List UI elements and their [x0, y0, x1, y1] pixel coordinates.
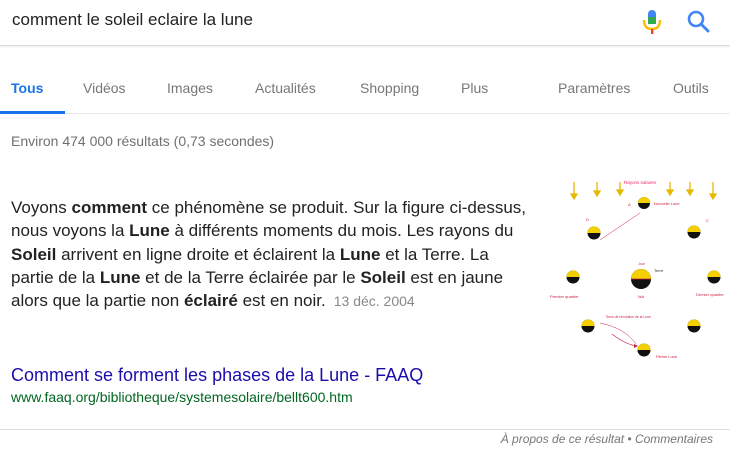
snippet-fragment: à différents moments du mois. Les rayons… — [169, 221, 514, 241]
label-night: Nuit — [638, 295, 644, 299]
moon-new — [638, 197, 650, 209]
tab-tous[interactable]: Tous — [11, 80, 43, 96]
snippet-keyword: comment — [71, 198, 148, 217]
active-tab-indicator — [0, 111, 65, 114]
result-url: www.faaq.org/bibliotheque/systemesolaire… — [11, 389, 353, 405]
featured-snippet: Voyons comment ce phénomène se produit. … — [0, 178, 730, 430]
snippet-fragment: Voyons — [11, 198, 72, 217]
result-stats: Environ 474 000 résultats (0,73 secondes… — [11, 133, 275, 149]
tab-tools[interactable]: Outils — [673, 80, 709, 96]
tab-plus[interactable]: Plus — [461, 80, 488, 96]
result-title-link[interactable]: Comment se forment les phases de la Lune… — [11, 365, 423, 386]
search-input[interactable]: comment le soleil eclaire la lune — [12, 10, 253, 30]
label-last-quarter: Dernier quartier — [696, 292, 724, 297]
label-earth: Terre — [654, 268, 664, 273]
snippet-fragment: et de la Terre éclairée par le — [140, 267, 361, 287]
snippet-date: 13 déc. 2004 — [333, 293, 415, 310]
snippet-keyword: Lune — [339, 244, 381, 264]
tab-actualites[interactable]: Actualités — [255, 80, 316, 96]
snippet-fragment: est en noir. — [237, 291, 326, 311]
moon-full — [637, 343, 651, 357]
moon-waxing-crescent — [587, 226, 601, 240]
label-new-moon: Nouvelle Lune — [654, 201, 680, 206]
moon-waning-crescent — [687, 225, 701, 239]
feedback-link[interactable]: Commentaires — [635, 432, 713, 446]
label-d: D — [586, 217, 589, 222]
label-c: C — [706, 218, 709, 223]
snippet-keyword: Soleil — [360, 267, 406, 287]
snippet-keyword: Soleil — [11, 244, 57, 264]
label-day: Jour — [638, 262, 646, 266]
snippet-keyword: éclairé — [183, 291, 238, 311]
about-result-link[interactable]: À propos de ce résultat — [501, 432, 624, 446]
earth — [631, 269, 651, 289]
snippet-text: Voyons comment ce phénomène se produit. … — [11, 196, 529, 313]
label-first-quarter: Premier quartier — [550, 294, 579, 299]
snippet-keyword: Lune — [129, 221, 170, 241]
snippet-keyword: Lune — [99, 267, 141, 287]
moon-waxing-gibbous — [581, 319, 595, 333]
search-bar[interactable]: comment le soleil eclaire la lune — [0, 0, 730, 46]
moon-phases-figure[interactable]: Rayons solaires Nouvelle Lune A D C Terr… — [540, 178, 730, 368]
tab-settings[interactable]: Paramètres — [558, 80, 630, 96]
moon-waning-gibbous — [687, 319, 701, 333]
tab-images[interactable]: Images — [167, 80, 213, 96]
snippet-fragment: arrivent en ligne droite et éclairent la — [56, 244, 340, 264]
tab-shopping[interactable]: Shopping — [360, 80, 419, 96]
label-full-moon: Pleine Lune — [656, 354, 678, 359]
search-icon[interactable] — [686, 9, 710, 33]
result-footer: À propos de ce résultat • Commentaires — [501, 432, 713, 446]
mic-icon[interactable] — [641, 8, 663, 36]
label-a: A — [628, 202, 631, 207]
tab-videos[interactable]: Vidéos — [83, 80, 126, 96]
moon-first-quarter — [566, 270, 580, 284]
moon-last-quarter — [707, 270, 721, 284]
figure-label-top: Rayons solaires — [624, 180, 657, 185]
footer-separator: • — [624, 432, 635, 446]
tabs-bar: Tous Vidéos Images Actualités Shopping P… — [0, 46, 730, 114]
label-orbit: Sens de révolution de la Lune — [606, 315, 651, 319]
